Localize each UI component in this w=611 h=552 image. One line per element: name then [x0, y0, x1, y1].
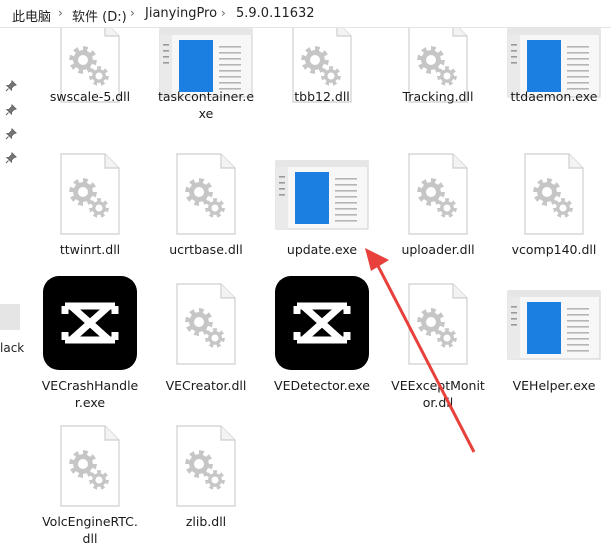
- file-name-label: Tracking.dll: [402, 89, 474, 104]
- file-name-label: VEHelper.exe: [512, 378, 596, 393]
- file-icon-wrapper[interactable]: [275, 276, 369, 374]
- file-list-area[interactable]: swscale-5.dll taskcontainer.e xe tbb12.dl…: [22, 28, 611, 552]
- capcut-logo-icon: [275, 276, 369, 370]
- breadcrumb-jianyingpro[interactable]: JianyingPro: [145, 6, 217, 21]
- capcut-logo-icon: [43, 276, 137, 370]
- file-name-label: r.exe: [74, 395, 106, 410]
- file-name-label: dll: [82, 531, 98, 546]
- file-name-label: VEDetector.exe: [274, 378, 370, 393]
- file-name-label: uploader.dll: [401, 242, 475, 257]
- pin-icon[interactable]: [5, 128, 17, 140]
- file-name-label: or.dll: [422, 395, 454, 410]
- file-icon-wrapper[interactable]: [407, 152, 469, 240]
- gear-dll-icon: [176, 425, 236, 507]
- file-name-label: vcomp140.dll: [511, 242, 597, 257]
- file-icon-wrapper[interactable]: [59, 152, 121, 240]
- file-name-label: VEExceptMonit: [391, 378, 485, 393]
- file-icon-wrapper[interactable]: [407, 282, 469, 370]
- file-icon-wrapper[interactable]: [507, 290, 601, 364]
- file-name-label: ttdaemon.exe: [510, 89, 598, 104]
- file-icon-wrapper[interactable]: [275, 160, 369, 234]
- gear-dll-icon: [524, 153, 584, 235]
- file-name-label: taskcontainer.e: [157, 89, 255, 104]
- window-app-icon: [507, 290, 601, 360]
- file-name-label: ucrtbase.dll: [169, 242, 243, 257]
- file-name-label: xe: [198, 106, 214, 121]
- file-icon-wrapper[interactable]: [175, 282, 237, 370]
- gear-dll-icon: [408, 153, 468, 235]
- navigation-pane: [0, 28, 22, 552]
- file-name-label: VECreator.dll: [165, 378, 247, 393]
- address-bar[interactable]: 此电脑 › 软件 (D:) › JianyingPro › 5.9.0.1163…: [0, 0, 611, 28]
- file-name-label: tbb12.dll: [294, 89, 350, 104]
- pin-icon[interactable]: [5, 104, 17, 116]
- pin-icon[interactable]: [5, 80, 17, 92]
- breadcrumb-drive[interactable]: 软件 (D:): [72, 6, 127, 25]
- file-icon-wrapper[interactable]: [175, 152, 237, 240]
- nav-item-label-partial[interactable]: lack: [0, 341, 24, 355]
- pin-icon[interactable]: [5, 152, 17, 164]
- gear-dll-icon: [408, 283, 468, 365]
- file-icon-wrapper[interactable]: [523, 152, 585, 240]
- file-name-label: update.exe: [286, 242, 358, 257]
- breadcrumb-version-folder[interactable]: 5.9.0.11632: [236, 6, 315, 21]
- breadcrumb-separator-icon[interactable]: ›: [130, 6, 135, 20]
- breadcrumb-separator-icon[interactable]: ›: [221, 6, 226, 20]
- gear-dll-icon: [176, 153, 236, 235]
- file-name-label: VECrashHandle: [41, 378, 139, 393]
- file-icon-wrapper[interactable]: [43, 276, 137, 374]
- nav-selected-item[interactable]: [0, 304, 20, 330]
- breadcrumb-separator-icon[interactable]: ›: [58, 6, 63, 20]
- file-name-label: swscale-5.dll: [49, 89, 131, 104]
- gear-dll-icon: [176, 283, 236, 365]
- file-icon-wrapper[interactable]: [59, 424, 121, 512]
- file-name-label: ttwinrt.dll: [59, 242, 121, 257]
- file-icon-wrapper[interactable]: [175, 424, 237, 512]
- breadcrumb-this-pc[interactable]: 此电脑: [12, 6, 51, 25]
- window-app-icon: [275, 160, 369, 230]
- gear-dll-icon: [60, 425, 120, 507]
- file-name-label: zlib.dll: [185, 514, 227, 529]
- file-name-label: VolcEngineRTC.: [42, 514, 138, 529]
- gear-dll-icon: [60, 153, 120, 235]
